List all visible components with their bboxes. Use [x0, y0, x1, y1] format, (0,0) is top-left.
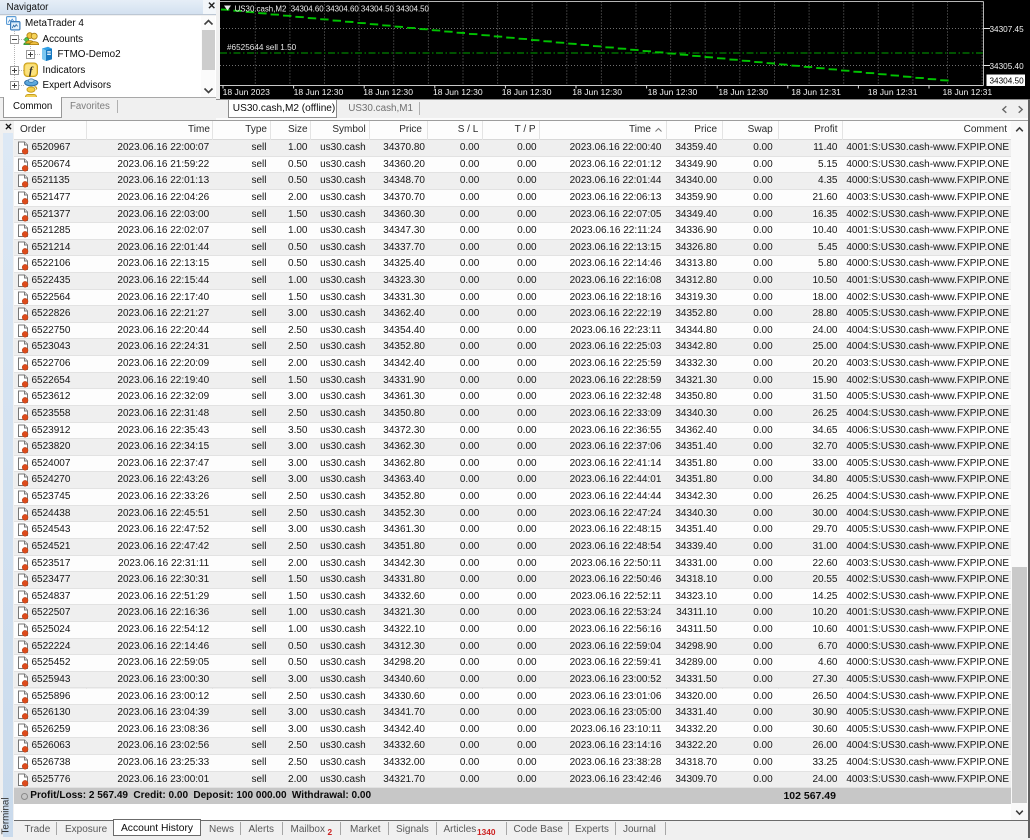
svg-text:18 Jun 12:30: 18 Jun 12:30: [718, 87, 768, 97]
svg-text:18 Jun 12:30: 18 Jun 12:30: [433, 87, 483, 97]
svg-text:18 Jun 12:30: 18 Jun 12:30: [363, 87, 413, 97]
svg-text:US30.cash,M2 34304.60 34304.6: US30.cash,M2 34304.60 34304.60 34304.50 …: [235, 5, 430, 14]
svg-text:18 Jun 12:31: 18 Jun 12:31: [791, 87, 841, 97]
svg-text:18 Jun 12:30: 18 Jun 12:30: [572, 87, 622, 97]
svg-text:34307.45: 34307.45: [990, 25, 1025, 34]
svg-text:18 Jun 12:30: 18 Jun 12:30: [502, 87, 552, 97]
svg-text:34304.50: 34304.50: [990, 77, 1025, 86]
svg-text:18 Jun 2023: 18 Jun 2023: [223, 87, 271, 97]
svg-text:18 Jun 12:31: 18 Jun 12:31: [868, 87, 918, 97]
svg-text:#6525644 sell 1.50: #6525644 sell 1.50: [227, 43, 297, 52]
svg-text:18 Jun 12:30: 18 Jun 12:30: [294, 87, 344, 97]
svg-text:18 Jun 12:30: 18 Jun 12:30: [648, 87, 698, 97]
svg-text:34305.40: 34305.40: [990, 62, 1025, 71]
svg-text:18 Jun 12:31: 18 Jun 12:31: [943, 87, 993, 97]
